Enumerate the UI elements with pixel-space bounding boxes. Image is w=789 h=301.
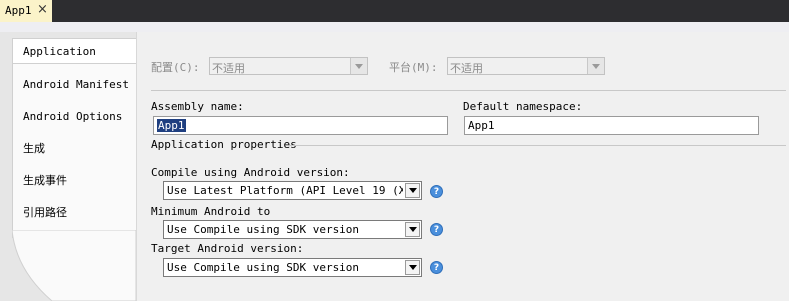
compile-version-label: Compile using Android version: [151,166,350,179]
default-namespace-label: Default namespace: [463,100,583,113]
help-icon[interactable]: ? [430,223,443,236]
target-android-label: Target Android version: [151,242,304,255]
nav-item-build-events[interactable]: 生成事件 [23,168,67,194]
section-title: Application properties [151,138,297,151]
chevron-down-icon [405,260,420,275]
section-divider [289,145,786,146]
platform-dropdown[interactable]: 不适用 [447,57,605,75]
compile-version-value: Use Latest Platform (API Level 19 (Xamar [167,184,403,197]
config-value: 不适用 [212,62,245,75]
target-android-value: Use Compile using SDK version [167,261,360,274]
nav-item-build[interactable]: 生成 [23,136,45,162]
document-tab-label: App1 [5,4,32,17]
nav-panel-fold [12,230,136,301]
config-dropdown[interactable]: 不适用 [209,57,368,75]
divider [151,90,786,91]
chevron-down-icon [405,183,420,198]
chevron-down-icon [587,58,604,74]
nav-item-android-manifest[interactable]: Android Manifest [23,72,129,98]
compile-version-dropdown[interactable]: Use Latest Platform (API Level 19 (Xamar [163,181,422,200]
nav-item-reference-paths[interactable]: 引用路径 [23,200,67,226]
editor-header-bar [0,22,789,32]
property-page: 配置(C): 不适用 平台(M): 不适用 Assembly name: App… [136,32,789,301]
assembly-name-field[interactable]: App1 [153,116,448,135]
chevron-down-icon [405,222,420,237]
default-namespace-field[interactable]: App1 [464,116,759,135]
help-icon[interactable]: ? [430,185,443,198]
nav-item-application[interactable]: Application [13,38,137,64]
config-label: 配置(C): [151,61,200,74]
chevron-down-icon [350,58,367,74]
close-icon[interactable]: × [37,2,48,17]
document-tab-strip [0,0,789,22]
property-nav: Application Android Manifest Android Opt… [12,38,137,238]
minimum-android-value: Use Compile using SDK version [167,223,360,236]
minimum-android-dropdown[interactable]: Use Compile using SDK version [163,220,422,239]
target-android-dropdown[interactable]: Use Compile using SDK version [163,258,422,277]
default-namespace-value: App1 [468,119,495,132]
platform-label: 平台(M): [389,61,438,74]
minimum-android-label: Minimum Android to [151,205,271,218]
platform-value: 不适用 [450,62,483,75]
document-tab-app1[interactable]: App1 × [0,0,52,22]
assembly-name-label: Assembly name: [151,100,244,113]
nav-item-android-options[interactable]: Android Options [23,104,122,130]
help-icon[interactable]: ? [430,261,443,274]
assembly-name-value: App1 [157,119,186,132]
